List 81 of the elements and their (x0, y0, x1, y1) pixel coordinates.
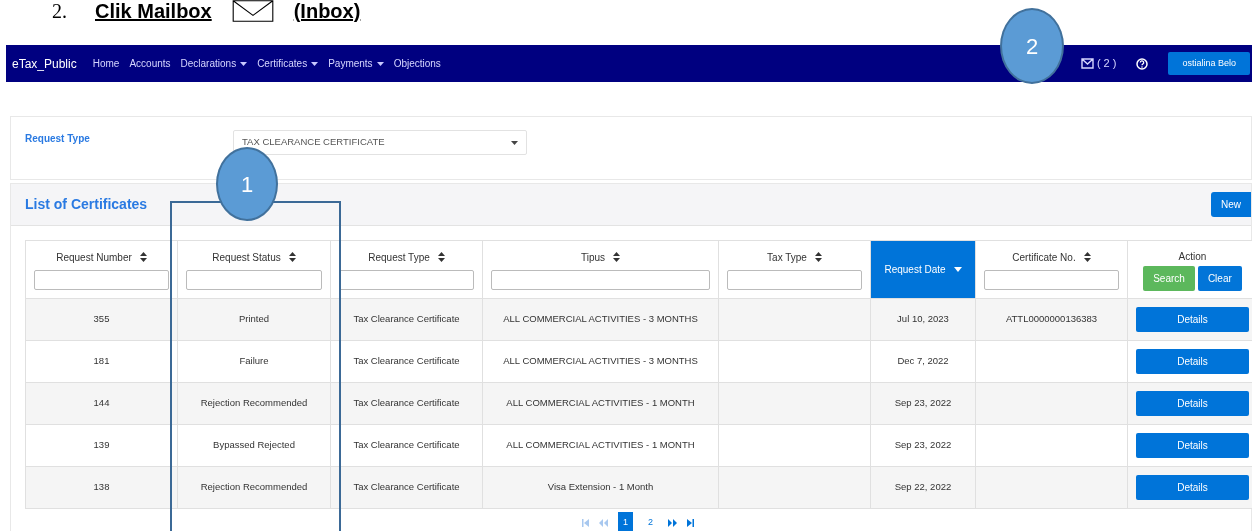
nav-link[interactable]: Objections (393, 56, 441, 71)
envelope-icon (1080, 58, 1094, 69)
user-button[interactable]: ostialina Belo (1168, 52, 1250, 75)
column-header[interactable]: Request Date (870, 240, 976, 299)
sort-icon[interactable] (1083, 252, 1091, 262)
details-button[interactable]: Details (1136, 307, 1249, 332)
table-cell: ALL COMMERCIAL ACTIVITIES - 3 MONTHS (482, 340, 719, 383)
sort-icon[interactable] (437, 252, 445, 262)
details-button[interactable]: Details (1136, 433, 1249, 458)
brand-link[interactable]: eTax_Public (12, 54, 77, 73)
nav-link[interactable]: Declarations (180, 56, 248, 71)
column-header[interactable]: Certificate No. (975, 240, 1128, 299)
next-page-icon[interactable] (668, 519, 678, 527)
nav-link[interactable]: Payments (328, 56, 384, 71)
table-cell: ALL COMMERCIAL ACTIVITIES - 1 MONTH (482, 424, 719, 467)
caret-down-icon (311, 61, 319, 66)
nav-link[interactable]: Certificates (257, 56, 319, 71)
details-button[interactable]: Details (1136, 391, 1249, 416)
page-link[interactable]: 1 (618, 512, 633, 531)
details-button[interactable]: Details (1136, 475, 1249, 500)
table-cell: Printed (177, 298, 331, 341)
column-header[interactable]: Action Search Clear (1127, 240, 1252, 299)
caret-down-icon (240, 61, 248, 66)
filter-input[interactable] (339, 269, 474, 290)
table-cell: 139 (25, 424, 178, 467)
table-cell: Sep 22, 2022 (870, 466, 976, 509)
table-cell: Rejection Recommended (177, 466, 331, 509)
sort-icon[interactable] (288, 252, 296, 262)
table-cell: Sep 23, 2022 (870, 382, 976, 425)
table-cell: ALL COMMERCIAL ACTIVITIES - 1 MONTH (482, 382, 719, 425)
inbox-link[interactable]: ( 2 ) (1080, 55, 1117, 72)
table-cell: Sep 23, 2022 (870, 424, 976, 467)
step-number: 2. (52, 0, 67, 24)
table-cell: 138 (25, 466, 178, 509)
list-title: List of Certificates (25, 195, 148, 214)
request-type-label: Request Type (25, 132, 91, 146)
clear-button[interactable]: Clear (1197, 265, 1242, 291)
column-header[interactable]: Request Number (25, 240, 178, 299)
table-cell: Jul 10, 2023 (870, 298, 976, 341)
sort-icon[interactable] (814, 252, 822, 262)
filter-input[interactable] (491, 269, 710, 290)
table-cell: ATTL0000000136383 (975, 298, 1128, 341)
sort-icon[interactable] (613, 252, 621, 262)
filter-input[interactable] (727, 269, 862, 290)
details-button[interactable]: Details (1136, 349, 1249, 374)
table-cell: Tax Clearance Certificate (330, 424, 483, 467)
callout-badge: 1 (216, 147, 278, 221)
column-header[interactable]: Tax Type (718, 240, 871, 299)
new-button[interactable]: New (1211, 192, 1251, 217)
table-cell: ALL COMMERCIAL ACTIVITIES - 3 MONTHS (482, 298, 719, 341)
column-header[interactable]: Request Status (177, 240, 331, 299)
help-icon[interactable] (1136, 57, 1149, 70)
table-cell: Visa Extension - 1 Month (482, 466, 719, 509)
nav-link[interactable]: Accounts (129, 56, 171, 71)
caret-down-icon (511, 140, 518, 145)
caret-down-icon[interactable] (953, 267, 962, 272)
column-header[interactable]: Tipus (482, 240, 719, 299)
table-cell: Tax Clearance Certificate (330, 340, 483, 383)
filter-input[interactable] (34, 269, 169, 290)
last-page-icon[interactable] (687, 519, 695, 527)
step-hint: (Inbox) (293, 0, 361, 24)
caret-down-icon (376, 61, 384, 66)
column-header[interactable]: Request Type (330, 240, 483, 299)
page-link[interactable]: 2 (643, 512, 659, 531)
table-cell: Tax Clearance Certificate (330, 382, 483, 425)
sort-icon[interactable] (139, 252, 147, 262)
table-cell: Tax Clearance Certificate (330, 466, 483, 509)
table-cell: Bypassed Rejected (177, 424, 331, 467)
table-cell: Tax Clearance Certificate (330, 298, 483, 341)
table-cell: 355 (25, 298, 178, 341)
request-type-select[interactable]: TAX CLEARANCE CERTIFICATE (233, 130, 527, 155)
callout-badge: 2 (1000, 8, 1064, 84)
step-title: Clik Mailbox (95, 0, 212, 24)
filter-input[interactable] (984, 269, 1119, 290)
table-cell: Rejection Recommended (177, 382, 331, 425)
table-cell: 144 (25, 382, 178, 425)
table-cell: Dec 7, 2022 (870, 340, 976, 383)
table-cell: Failure (177, 340, 331, 383)
filter-input[interactable] (186, 269, 322, 290)
nav-link[interactable]: Home (92, 56, 120, 71)
table-cell: 181 (25, 340, 178, 383)
